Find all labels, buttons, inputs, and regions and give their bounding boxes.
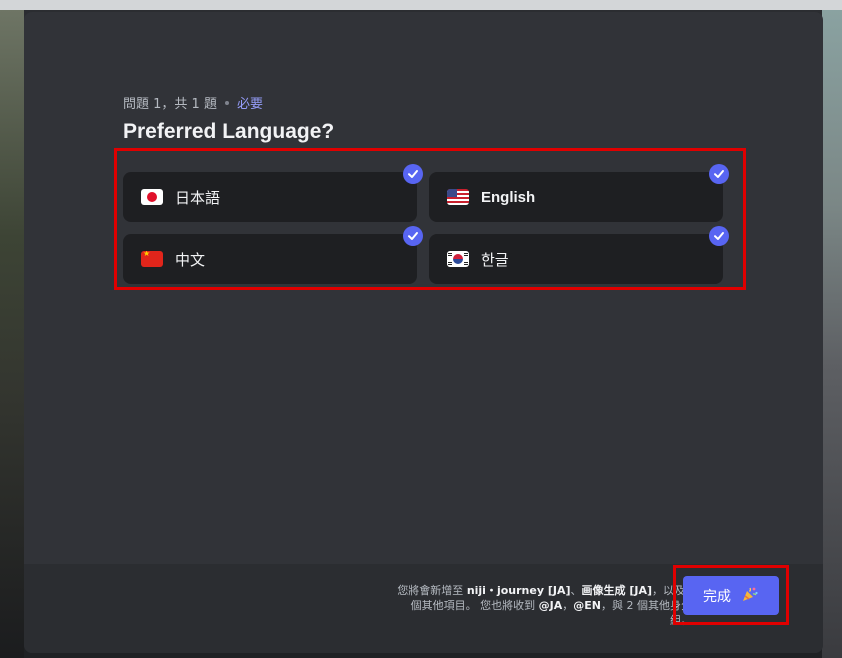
join-summary-text: 您將會新增至 niji・journey [JA]、画像生成 [JA]，以及6 個… [392, 583, 692, 628]
question-title: Preferred Language? [123, 120, 335, 143]
checkmark-icon [403, 226, 423, 246]
option-label: 한글 [481, 250, 509, 269]
summary-text: ， [562, 599, 574, 612]
question-counter: 問題 1，共 1 題 [123, 97, 217, 112]
option-label: English [481, 188, 536, 206]
done-button-label: 完成 [703, 588, 731, 605]
option-english[interactable]: English [429, 164, 729, 222]
background-left-art [0, 10, 24, 658]
question-panel: 問題 1，共 1 題 必要 Preferred Language? 日本語 En… [24, 12, 823, 564]
checkmark-icon [709, 164, 729, 184]
onboarding-modal: 問題 1，共 1 題 必要 Preferred Language? 日本語 En… [24, 12, 823, 653]
us-flag-icon [447, 189, 469, 205]
separator-dot [224, 100, 229, 105]
role-name: @EN [573, 599, 601, 612]
japan-flag-icon [141, 189, 163, 205]
checkmark-icon [709, 226, 729, 246]
server-name: niji・journey [JA] [466, 584, 571, 597]
role-name: @JA [538, 599, 563, 612]
option-korean[interactable]: 한글 [429, 226, 729, 284]
summary-text: 個其他項目。 您也將收到 [410, 599, 539, 612]
background-top-edge [0, 0, 842, 10]
done-button[interactable]: 完成 [683, 576, 779, 615]
option-chinese[interactable]: 中文 [123, 226, 423, 284]
required-label: 必要 [236, 97, 263, 112]
channel-name: 画像生成 [JA] [581, 584, 653, 597]
china-flag-icon [141, 251, 163, 267]
party-popper-icon [741, 585, 759, 607]
option-label: 日本語 [175, 188, 221, 207]
option-japanese[interactable]: 日本語 [123, 164, 423, 222]
summary-text: 、 [570, 584, 582, 597]
checkmark-icon [403, 164, 423, 184]
question-meta: 問題 1，共 1 題 必要 [123, 93, 263, 112]
summary-text: 您將會新增至 [397, 584, 467, 597]
korea-flag-icon [447, 251, 469, 267]
option-label: 中文 [175, 250, 206, 269]
background-right-art [822, 10, 842, 658]
